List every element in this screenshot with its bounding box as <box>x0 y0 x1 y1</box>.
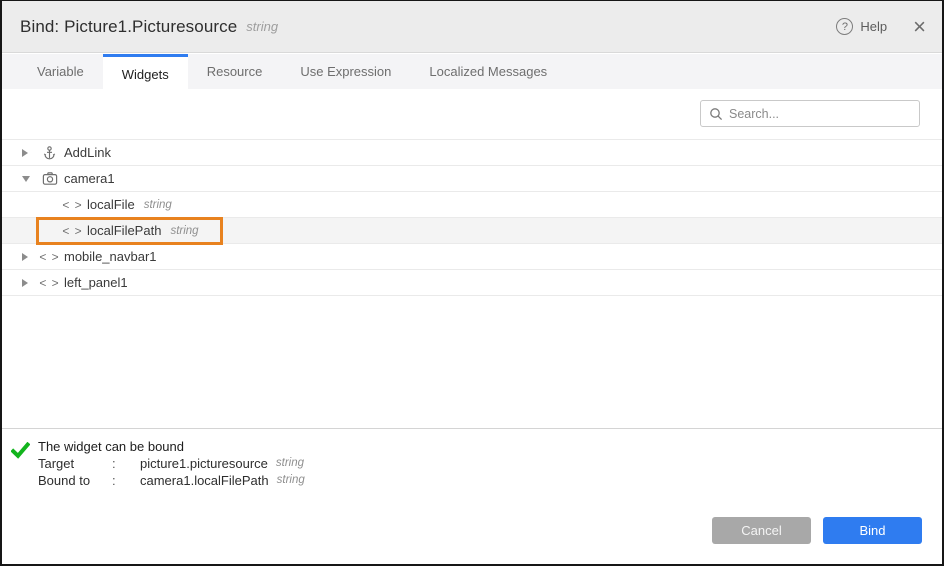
chevron-down-icon[interactable] <box>22 176 34 182</box>
chevron-right-icon[interactable] <box>22 253 34 261</box>
chevron-right-icon[interactable] <box>22 279 34 287</box>
target-value: picture1.picturesource <box>140 455 268 472</box>
anchor-icon <box>41 145 58 161</box>
type-hint: string <box>170 225 198 237</box>
separator: : <box>112 472 140 489</box>
search-icon <box>709 107 723 121</box>
tree-row-addlink[interactable]: AddLink <box>2 140 942 166</box>
status-boundto-row: Bound to : camera1.localFilePath string <box>38 472 942 489</box>
dialog-title: Bind: Picture1.Picturesource <box>20 17 237 37</box>
tree-row-label: camera1 <box>64 171 115 186</box>
tree-row-label: localFilePath <box>87 223 161 238</box>
bind-button[interactable]: Bind <box>823 517 922 544</box>
code-icon <box>41 250 58 264</box>
bind-dialog: Bind: Picture1.Picturesource string Help… <box>0 0 944 566</box>
tree-row-localfilepath[interactable]: localFilePath string <box>2 218 942 244</box>
cancel-button[interactable]: Cancel <box>712 517 811 544</box>
close-icon[interactable] <box>913 16 926 38</box>
chevron-right-icon[interactable] <box>22 149 34 157</box>
search-input[interactable] <box>729 107 911 121</box>
type-hint: string <box>144 199 172 211</box>
binding-status-panel: The widget can be bound Target : picture… <box>2 428 942 498</box>
code-icon <box>64 224 81 238</box>
type-hint: string <box>276 455 304 472</box>
code-icon <box>64 198 81 212</box>
status-target-row: Target : picture1.picturesource string <box>38 455 942 472</box>
separator: : <box>112 455 140 472</box>
tree-row-label: left_panel1 <box>64 275 128 290</box>
dialog-header: Bind: Picture1.Picturesource string Help <box>2 1 942 53</box>
help-button[interactable]: Help <box>836 18 887 35</box>
dialog-footer: Cancel Bind <box>2 497 942 564</box>
help-question-icon <box>836 18 853 35</box>
dialog-title-type-hint: string <box>246 19 278 34</box>
tab-bar: Variable Widgets Resource Use Expression… <box>2 54 942 89</box>
tree-row-localfile[interactable]: localFile string <box>2 192 942 218</box>
tree-row-label: localFile <box>87 197 135 212</box>
tab-widgets[interactable]: Widgets <box>103 54 188 91</box>
tree-row-label: mobile_navbar1 <box>64 249 157 264</box>
tab-localized-messages[interactable]: Localized Messages <box>410 54 566 89</box>
code-icon <box>41 276 58 290</box>
help-label: Help <box>860 19 887 34</box>
success-check-icon <box>11 442 30 464</box>
search-box[interactable] <box>700 100 920 127</box>
tree-row-label: AddLink <box>64 145 111 160</box>
tab-use-expression[interactable]: Use Expression <box>281 54 410 89</box>
type-hint: string <box>277 472 305 489</box>
tree-row-left-panel1[interactable]: left_panel1 <box>2 270 942 296</box>
boundto-value: camera1.localFilePath <box>140 472 269 489</box>
tab-resource[interactable]: Resource <box>188 54 282 89</box>
camera-icon <box>41 171 58 186</box>
tree-row-mobile-navbar1[interactable]: mobile_navbar1 <box>2 244 942 270</box>
target-label: Target <box>38 455 112 472</box>
boundto-label: Bound to <box>38 472 112 489</box>
tab-variable[interactable]: Variable <box>18 54 103 89</box>
widget-tree: AddLink camera1 localFile string localFi… <box>2 139 942 296</box>
tree-row-camera1[interactable]: camera1 <box>2 166 942 192</box>
status-message: The widget can be bound <box>38 438 942 455</box>
